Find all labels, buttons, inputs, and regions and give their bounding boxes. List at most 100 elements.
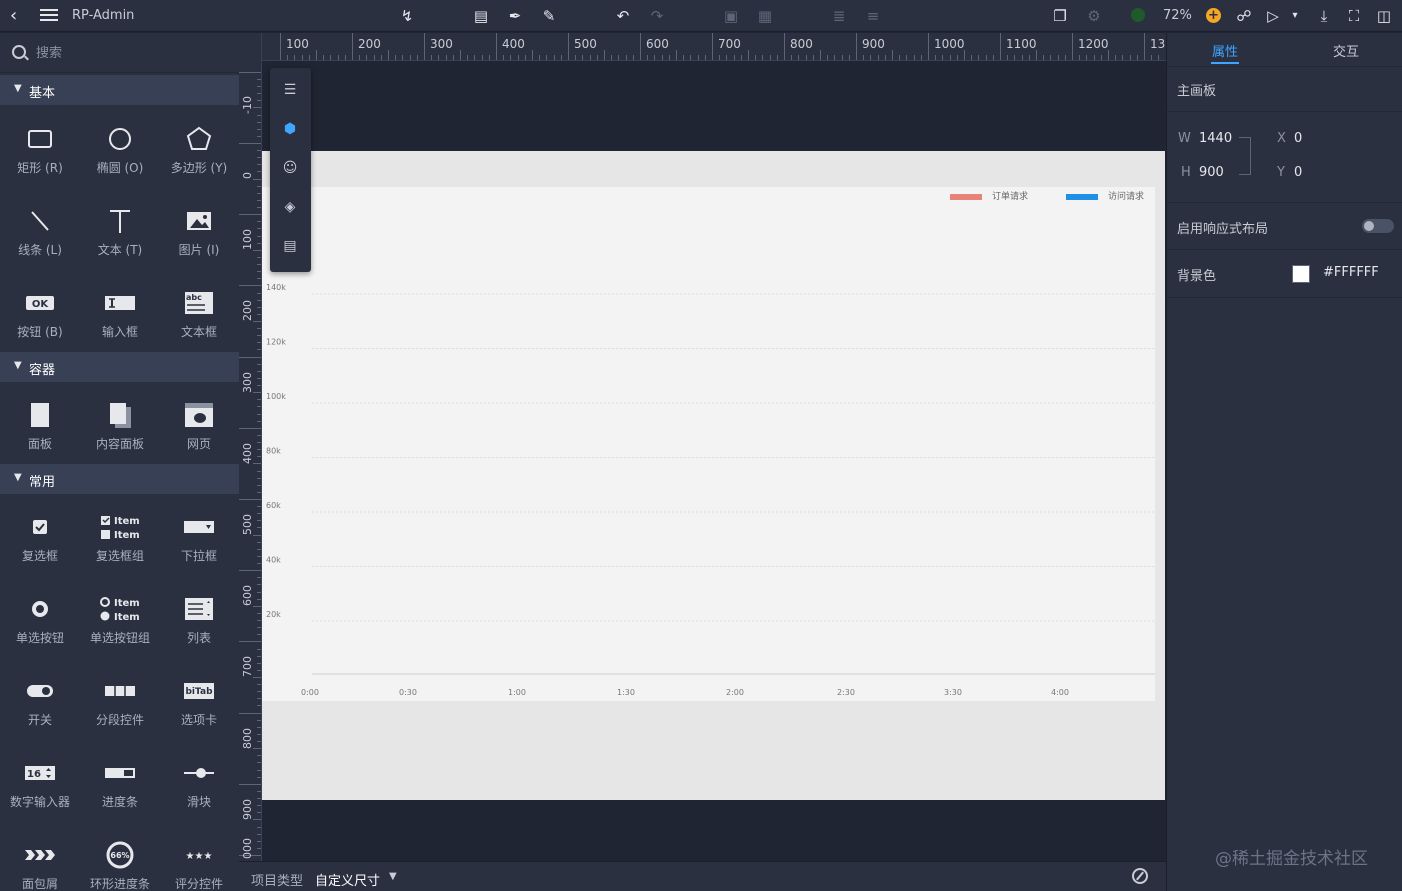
- preview-window-icon[interactable]: ❐: [1049, 5, 1071, 27]
- component-image[interactable]: 图片 (I): [159, 197, 239, 267]
- top-toolbar: ‹ RP-Admin ↯ ▤ ✒ ✎ ↶ ↷ ▣ ▦ ≣ ≡ ❐ ⚙ 72% +…: [0, 0, 1402, 32]
- input-icon: [105, 296, 135, 310]
- ruler-tick: [257, 207, 261, 209]
- rectangle-icon: [28, 130, 52, 148]
- component-checkbox[interactable]: 复选框: [0, 503, 80, 573]
- ruler-tick: [253, 819, 261, 821]
- component-library: ▼ 基本 矩形 (R) 椭圆 (O) 多边形 (Y) 线条 (L) 文本 (T)…: [0, 33, 239, 891]
- layers-icon[interactable]: ◈: [280, 197, 300, 217]
- component-ring-progress[interactable]: 66% 环形进度条: [80, 831, 160, 891]
- add-artboard-icon[interactable]: ▤: [470, 5, 492, 27]
- component-text[interactable]: 文本 (T): [80, 197, 160, 267]
- play-icon[interactable]: ▷: [1262, 5, 1284, 27]
- compass-icon[interactable]: [1132, 868, 1148, 884]
- component-ellipse[interactable]: 椭圆 (O): [80, 115, 160, 185]
- outline-icon[interactable]: ☰: [280, 80, 300, 100]
- component-progress[interactable]: 进度条: [80, 749, 160, 819]
- component-panel[interactable]: 面板: [0, 391, 80, 461]
- component-polygon[interactable]: 多边形 (Y): [159, 115, 239, 185]
- ruler-tick: [899, 55, 901, 60]
- content-panel-icon: [110, 403, 131, 428]
- component-rectangle[interactable]: 矩形 (R): [0, 115, 80, 185]
- ruler-tick: [257, 769, 261, 771]
- ruler-tick: [257, 484, 261, 486]
- width-input[interactable]: 1440: [1199, 131, 1232, 146]
- ruler-tick: [257, 598, 261, 600]
- project-type-select[interactable]: 自定义尺寸: [315, 870, 380, 889]
- background-color-swatch[interactable]: [1292, 265, 1310, 283]
- component-button[interactable]: OK 按钮 (B): [0, 279, 80, 349]
- component-textarea[interactable]: abc 文本框: [159, 279, 239, 349]
- x-input[interactable]: 0: [1294, 131, 1302, 146]
- ruler-tick: [257, 662, 261, 664]
- toggle-panel-icon[interactable]: ◫: [1373, 5, 1395, 27]
- component-radio-group[interactable]: Item Item 单选按钮组: [80, 585, 160, 655]
- tab-interactions[interactable]: 交互: [1333, 41, 1359, 60]
- add-collaborator-icon[interactable]: +: [1206, 8, 1221, 23]
- master-icon[interactable]: ▤: [280, 236, 300, 256]
- section-basic[interactable]: ▼ 基本: [0, 75, 239, 105]
- component-content-panel[interactable]: 内容面板: [80, 391, 160, 461]
- section-common[interactable]: ▼ 常用: [0, 464, 239, 494]
- component-rating[interactable]: ★★★ 评分控件: [159, 831, 239, 891]
- component-breadcrumb[interactable]: 面包屑: [0, 831, 80, 891]
- ruler-tick: [239, 356, 261, 358]
- component-webpage[interactable]: 网页: [159, 391, 239, 461]
- distribute-vertical-icon[interactable]: ≡: [862, 5, 884, 27]
- ruler-tick: [294, 55, 296, 60]
- checkbox-icon: [33, 520, 47, 534]
- chevron-down-icon[interactable]: ▼: [389, 871, 397, 882]
- share-icon[interactable]: ☍: [1233, 5, 1255, 27]
- y-input[interactable]: 0: [1294, 165, 1302, 180]
- distribute-horizontal-icon[interactable]: ≣: [828, 5, 850, 27]
- background-color-value[interactable]: #FFFFFF: [1323, 265, 1379, 280]
- component-label: 图片 (I): [178, 243, 220, 257]
- ruler-tick: [257, 577, 261, 579]
- component-tabs[interactable]: biTab 选项卡: [159, 667, 239, 737]
- ruler-tick: [257, 413, 261, 415]
- undo-icon[interactable]: ↶: [612, 5, 634, 27]
- component-radio[interactable]: 单选按钮: [0, 585, 80, 655]
- tab-properties[interactable]: 属性: [1212, 41, 1238, 60]
- chevron-down-icon: ▼: [14, 83, 22, 94]
- menu-icon[interactable]: [40, 6, 58, 26]
- properties-panel: 属性 交互 主画板 W 1440 H 900 X 0 Y 0 启用响应式布局 背…: [1166, 33, 1402, 891]
- group-icon[interactable]: ▣: [720, 5, 742, 27]
- component-input[interactable]: 输入框: [80, 279, 160, 349]
- search-input[interactable]: [36, 43, 226, 63]
- component-number-input[interactable]: 16 数字输入器: [0, 749, 80, 819]
- download-icon[interactable]: ⤓: [1313, 5, 1335, 27]
- component-dropdown[interactable]: 下拉框: [159, 503, 239, 573]
- component-label: 复选框: [21, 549, 58, 563]
- ungroup-icon[interactable]: ▦: [754, 5, 776, 27]
- chart-widget[interactable]: 140k 120k 100k 80k 60k 40k 20k 0:00 0:30 1:00 1:30…: [262, 187, 1155, 701]
- ruler-tick: [257, 306, 261, 308]
- component-slider[interactable]: 滑块: [159, 749, 239, 819]
- fullscreen-icon[interactable]: ⛶: [1343, 5, 1365, 27]
- components-cube-icon[interactable]: ⬢: [280, 119, 300, 139]
- component-segmented[interactable]: 分段控件: [80, 667, 160, 737]
- ruler-tick: [920, 55, 922, 60]
- section-container[interactable]: ▼ 容器: [0, 352, 239, 382]
- back-icon[interactable]: ‹: [10, 6, 28, 26]
- component-switch[interactable]: 开关: [0, 667, 80, 737]
- component-list[interactable]: 列表: [159, 585, 239, 655]
- component-checkbox-group[interactable]: Item Item 复选框组: [80, 503, 160, 573]
- responsive-layout-toggle[interactable]: [1362, 219, 1394, 233]
- pen-icon[interactable]: ✒: [504, 5, 526, 27]
- settings-icon[interactable]: ⚙: [1083, 5, 1105, 27]
- pencil-icon[interactable]: ✎: [538, 5, 560, 27]
- aspect-lock-icon[interactable]: [1239, 137, 1251, 175]
- ruler-tick: [647, 55, 649, 60]
- component-line[interactable]: 线条 (L): [0, 197, 80, 267]
- redo-icon[interactable]: ↷: [646, 5, 668, 27]
- breadcrumb-icon: [25, 850, 55, 860]
- connector-icon[interactable]: ↯: [396, 5, 418, 27]
- ruler-tick: [1108, 50, 1109, 60]
- responsive-layout-label: 启用响应式布局: [1177, 222, 1269, 237]
- play-dropdown-icon[interactable]: ▾: [1284, 5, 1306, 27]
- svg-text:★★★: ★★★: [186, 851, 213, 862]
- emoji-icon[interactable]: ☺: [280, 158, 300, 178]
- height-input[interactable]: 900: [1199, 165, 1224, 180]
- zoom-level[interactable]: 72%: [1163, 8, 1192, 23]
